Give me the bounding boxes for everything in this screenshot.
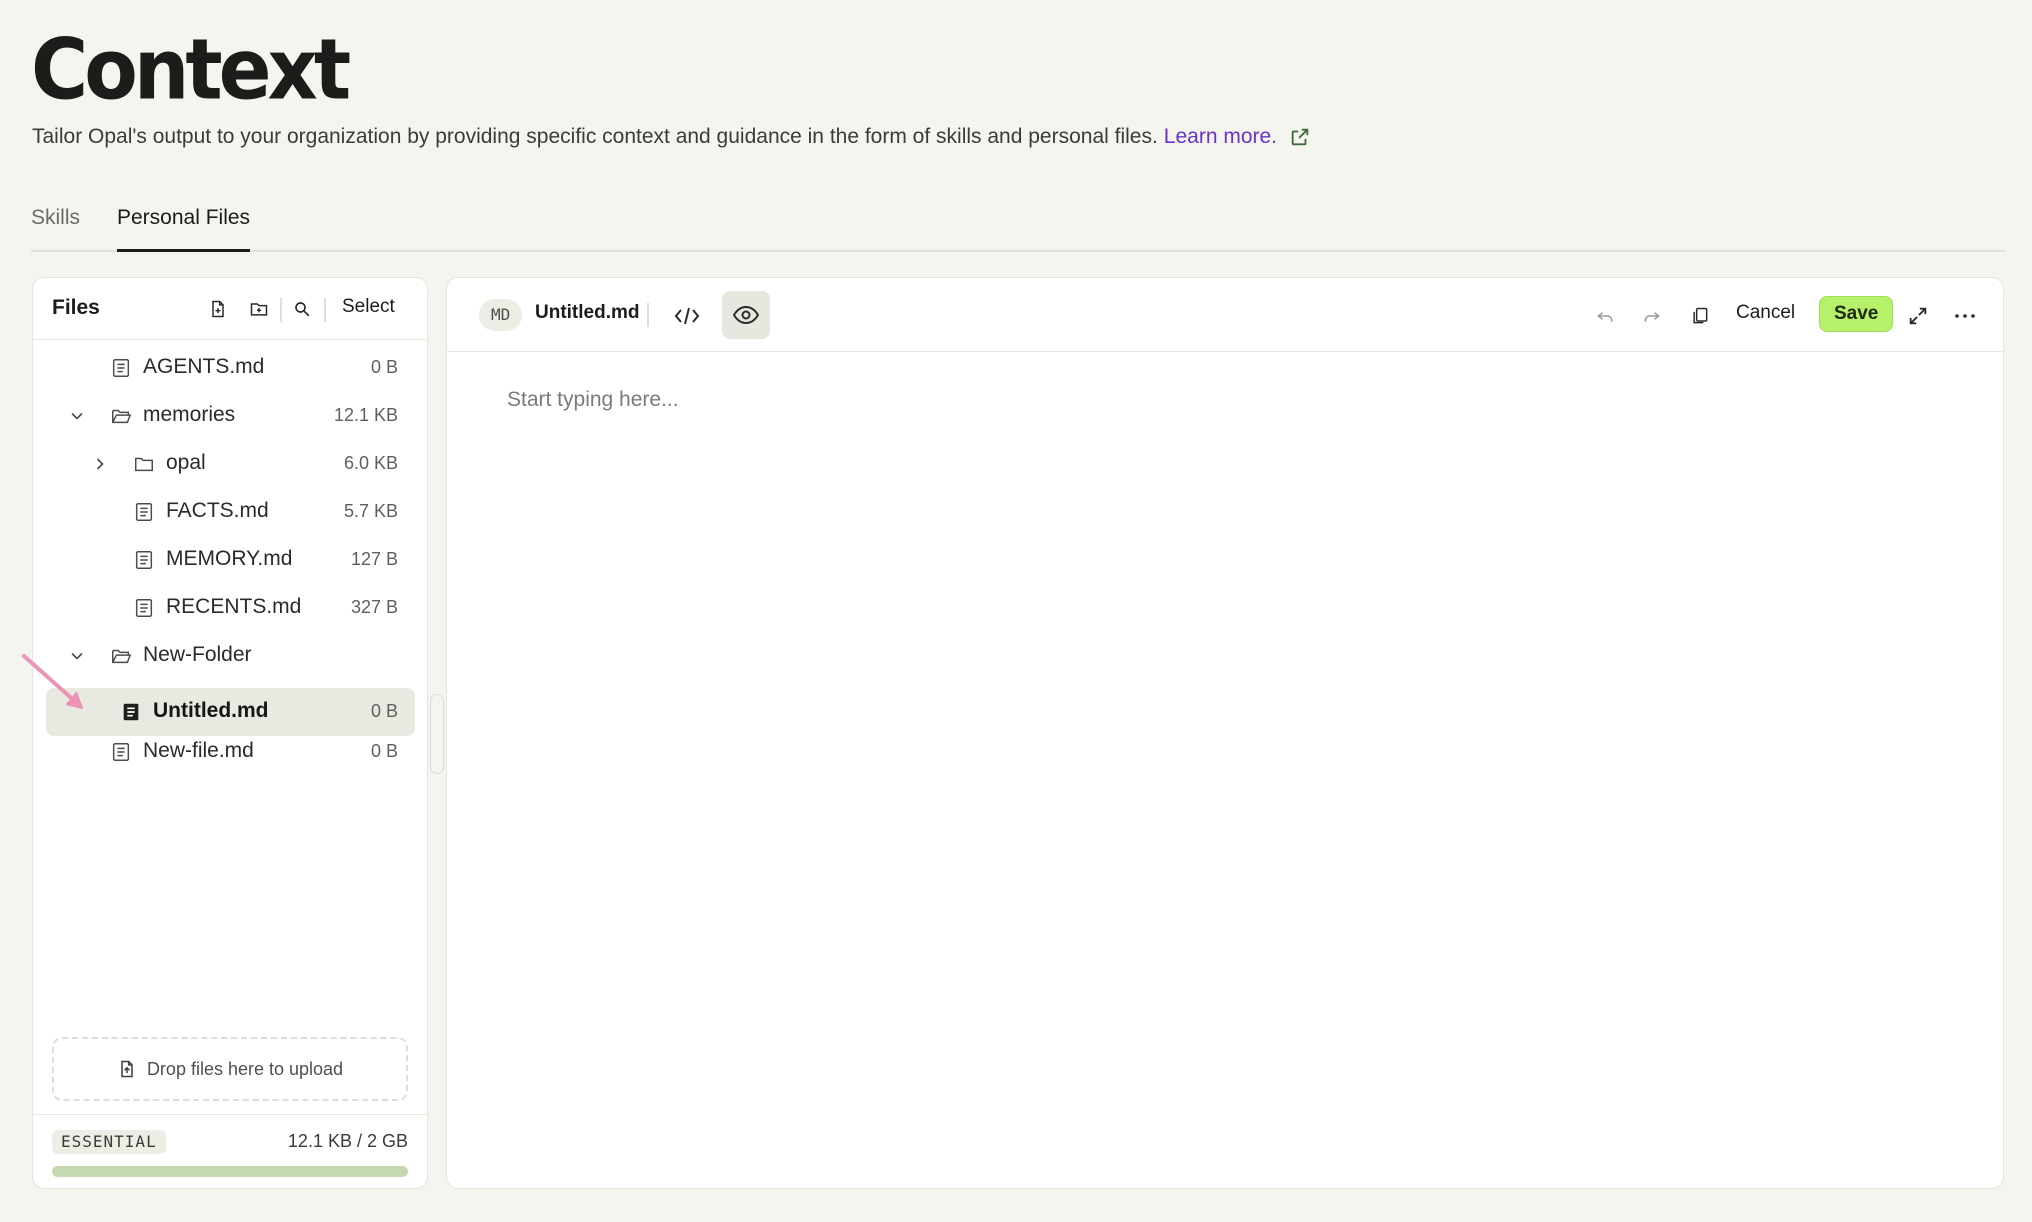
- tree-file-new-file[interactable]: New-file.md 0 B: [46, 728, 415, 776]
- tree-file-memory[interactable]: MEMORY.md 127 B: [46, 536, 415, 584]
- files-panel: Files Select AGENTS.md 0 B memories 12.1…: [32, 277, 428, 1189]
- copy-icon[interactable]: [1679, 295, 1721, 337]
- new-file-icon[interactable]: [206, 297, 230, 321]
- folder-icon: [135, 457, 153, 472]
- tree-file-recents[interactable]: RECENTS.md 327 B: [46, 584, 415, 632]
- annotation-arrow-icon: [22, 654, 83, 709]
- folder-open-icon: [112, 409, 132, 424]
- chevron-down-icon[interactable]: [67, 406, 87, 426]
- storage-progress-fill: [52, 1166, 408, 1177]
- dropzone-label: Drop files here to upload: [146, 1058, 344, 1079]
- editor-text-area[interactable]: [507, 388, 1947, 1148]
- tab-skills[interactable]: Skills: [31, 200, 80, 252]
- editor-panel: MD Untitled.md Cancel Save: [446, 277, 2004, 1189]
- plan-badge: ESSENTIAL: [52, 1130, 166, 1154]
- code-view-icon[interactable]: [666, 295, 708, 337]
- select-button[interactable]: Select: [342, 296, 395, 318]
- tree-item-size: 5.7 KB: [343, 501, 398, 521]
- tree-item-name: AGENTS.md: [143, 355, 265, 378]
- page-title: Context: [31, 22, 351, 120]
- subtitle-text: Tailor Opal's output to your organizatio…: [32, 125, 1158, 148]
- tree-item-name: FACTS.md: [166, 499, 269, 522]
- folder-open-icon: [112, 649, 132, 664]
- file-icon: [135, 599, 153, 617]
- tree-file-agents[interactable]: AGENTS.md 0 B: [46, 344, 415, 392]
- tree-item-name: opal: [166, 451, 206, 474]
- tree-folder-memories[interactable]: memories 12.1 KB: [46, 392, 415, 440]
- tree-item-size: 0 B: [370, 701, 398, 721]
- file-icon: [135, 551, 153, 569]
- more-icon[interactable]: [1944, 295, 1986, 337]
- learn-more-link[interactable]: Learn more.: [1164, 122, 1277, 152]
- storage-usage: ESSENTIAL 12.1 KB / 2 GB: [33, 1114, 427, 1188]
- upload-file-icon: [121, 1060, 133, 1078]
- upload-dropzone[interactable]: Drop files here to upload: [52, 1037, 408, 1101]
- files-title: Files: [52, 296, 100, 319]
- search-icon[interactable]: [290, 297, 314, 321]
- tree-item-name: New-file.md: [143, 739, 254, 762]
- context-tabs: Skills Personal Files: [31, 200, 2005, 252]
- new-folder-icon[interactable]: [247, 297, 271, 321]
- tree-item-size: 327 B: [350, 597, 398, 617]
- chevron-right-icon[interactable]: [90, 454, 110, 474]
- file-icon: [112, 743, 130, 761]
- tree-item-size: 0 B: [370, 357, 398, 377]
- cancel-button[interactable]: Cancel: [1736, 302, 1795, 324]
- page-subtitle: Tailor Opal's output to your organizatio…: [32, 122, 1311, 152]
- usage-text: 12.1 KB / 2 GB: [287, 1131, 408, 1151]
- tree-item-name: New-Folder: [143, 643, 252, 666]
- tree-file-facts[interactable]: FACTS.md 5.7 KB: [46, 488, 415, 536]
- tab-personal-files[interactable]: Personal Files: [117, 200, 251, 252]
- tree-item-name: Untitled.md: [153, 699, 269, 722]
- tree-item-size: 0 B: [370, 741, 398, 761]
- tree-item-size: 6.0 KB: [343, 453, 398, 473]
- storage-progress-bar: [52, 1166, 408, 1177]
- tree-folder-opal[interactable]: opal 6.0 KB: [46, 440, 415, 488]
- tree-item-name: MEMORY.md: [166, 547, 293, 570]
- tree-item-name: memories: [143, 403, 236, 426]
- format-badge: MD: [479, 299, 523, 331]
- expand-icon[interactable]: [1897, 295, 1939, 337]
- tree-item-size: 127 B: [350, 549, 398, 569]
- tree-item-size: 12.1 KB: [333, 405, 398, 425]
- tree-folder-new-folder[interactable]: New-Folder: [46, 632, 415, 680]
- preview-eye-icon[interactable]: [722, 291, 770, 339]
- external-link-icon[interactable]: [1289, 126, 1311, 148]
- panel-resize-handle[interactable]: [430, 694, 444, 774]
- files-header: Files Select: [33, 278, 427, 340]
- tree-item-name: RECENTS.md: [166, 595, 302, 618]
- undo-icon[interactable]: [1584, 295, 1626, 337]
- editor-file-name: Untitled.md: [535, 302, 640, 323]
- save-button[interactable]: Save: [1819, 296, 1894, 332]
- file-icon: [112, 359, 130, 377]
- file-icon: [123, 703, 139, 721]
- redo-icon[interactable]: [1631, 295, 1673, 337]
- editor-toolbar: MD Untitled.md Cancel Save: [447, 278, 2003, 352]
- file-icon: [135, 503, 153, 521]
